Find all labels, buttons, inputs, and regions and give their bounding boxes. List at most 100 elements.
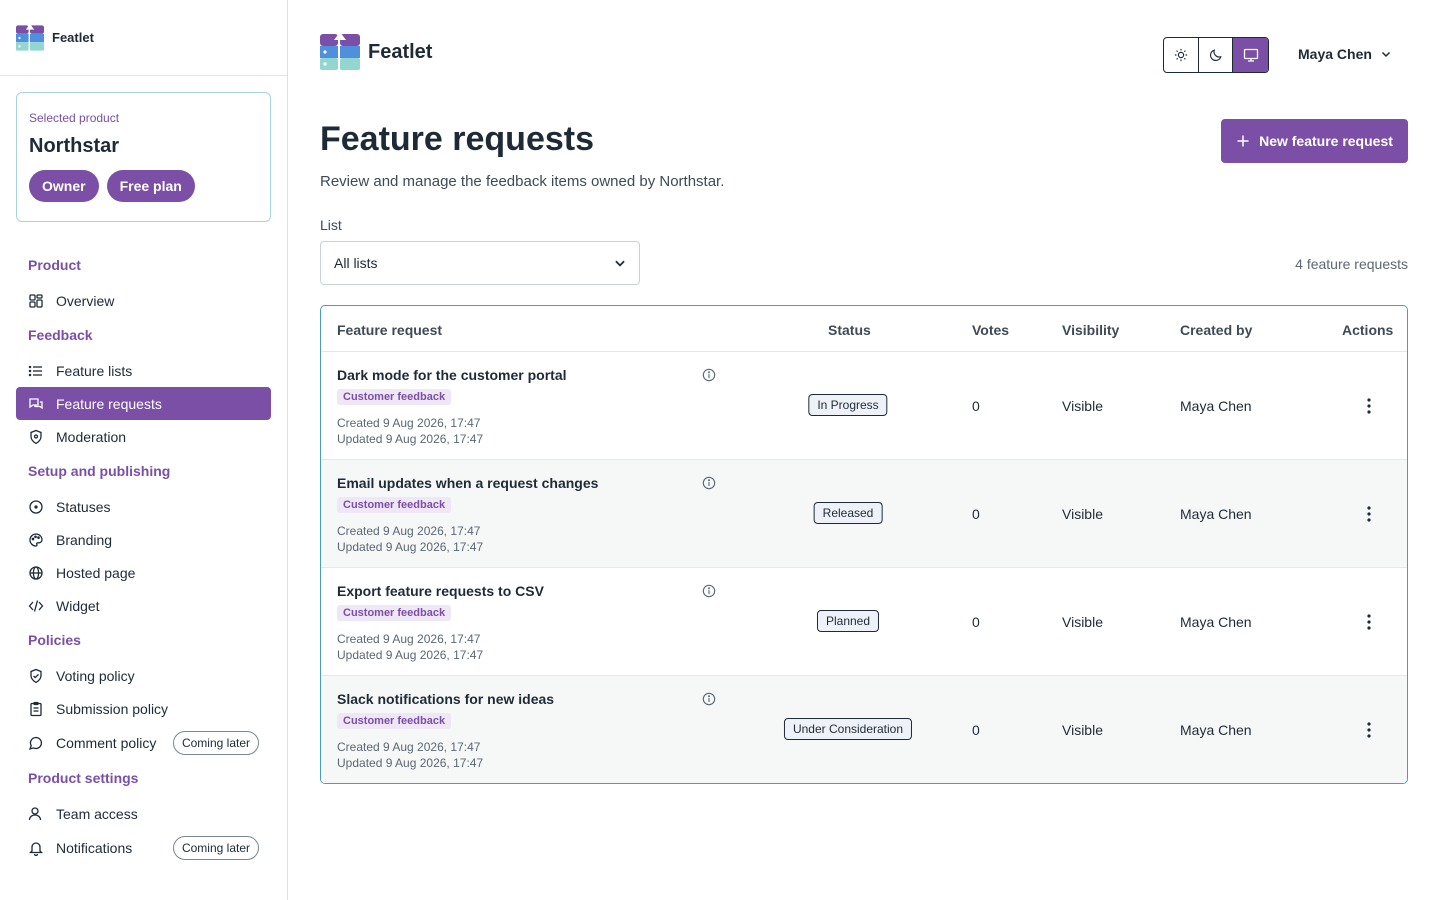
request-title[interactable]: Slack notifications for new ideas bbox=[337, 691, 554, 707]
monitor-icon bbox=[1243, 48, 1258, 62]
column-header-votes[interactable]: Votes bbox=[972, 322, 1009, 338]
sidebar-item-comment-policy[interactable]: Comment policy Coming later bbox=[16, 725, 271, 760]
new-feature-request-button[interactable]: New feature request bbox=[1221, 119, 1408, 163]
request-title[interactable]: Email updates when a request changes bbox=[337, 475, 598, 491]
nav-section-feedback: Feedback bbox=[28, 327, 93, 343]
column-header-status[interactable]: Status bbox=[828, 322, 871, 338]
info-icon[interactable] bbox=[702, 584, 716, 598]
sidebar-item-statuses[interactable]: Statuses bbox=[16, 490, 271, 523]
list-icon bbox=[28, 365, 42, 376]
sidebar-item-feature-requests[interactable]: Feature requests bbox=[16, 387, 271, 420]
coming-later-badge: Coming later bbox=[172, 835, 259, 860]
sidebar-item-label: Comment policy bbox=[56, 734, 157, 751]
column-header-created-by[interactable]: Created by bbox=[1180, 322, 1252, 338]
circle-dot-icon bbox=[29, 499, 43, 514]
updated-date: Updated 9 Aug 2026, 17:47 bbox=[337, 432, 484, 446]
sidebar-item-submission-policy[interactable]: Submission policy bbox=[16, 692, 271, 725]
new-feature-request-label: New feature request bbox=[1259, 133, 1393, 149]
sidebar-item-voting-policy[interactable]: Voting policy bbox=[16, 659, 271, 692]
system-theme-button[interactable] bbox=[1233, 38, 1268, 72]
role-pill: Owner bbox=[29, 170, 99, 202]
selected-product-label: Selected product bbox=[29, 111, 120, 125]
column-header-visibility[interactable]: Visibility bbox=[1062, 322, 1119, 338]
more-vertical-icon bbox=[1367, 506, 1371, 522]
dark-theme-button[interactable] bbox=[1199, 38, 1234, 72]
sidebar-item-label: Feature lists bbox=[56, 362, 133, 379]
header-app-name: Featlet bbox=[368, 40, 433, 63]
nav-section-product-settings: Product settings bbox=[28, 770, 139, 786]
list-tag: Customer feedback bbox=[337, 497, 452, 513]
selected-product-card[interactable]: Selected product Northstar Owner Free pl… bbox=[16, 92, 271, 222]
sidebar-item-overview[interactable]: Overview bbox=[16, 284, 271, 317]
visibility-value: Visible bbox=[1062, 398, 1103, 414]
request-title[interactable]: Export feature requests to CSV bbox=[337, 583, 544, 599]
nav-section-product: Product bbox=[28, 257, 81, 273]
row-actions-button[interactable] bbox=[1361, 396, 1377, 416]
sidebar-item-label: Submission policy bbox=[56, 700, 169, 717]
header-brand[interactable]: Featlet bbox=[320, 32, 432, 72]
coming-later-badge: Coming later bbox=[172, 730, 259, 755]
vote-count: 0 bbox=[972, 506, 980, 522]
status-badge: Released bbox=[813, 502, 883, 524]
light-theme-button[interactable] bbox=[1164, 38, 1199, 72]
chat-icon bbox=[29, 397, 43, 409]
feature-requests-table: Feature request Status Votes Visibility … bbox=[320, 305, 1408, 784]
column-header-feature-request[interactable]: Feature request bbox=[337, 322, 442, 338]
user-menu[interactable]: Maya Chen bbox=[1298, 46, 1392, 62]
vote-count: 0 bbox=[972, 614, 980, 630]
list-filter-select[interactable]: All lists bbox=[320, 241, 640, 285]
updated-date: Updated 9 Aug 2026, 17:47 bbox=[337, 648, 484, 662]
request-title[interactable]: Dark mode for the customer portal bbox=[337, 367, 567, 383]
visibility-value: Visible bbox=[1062, 722, 1103, 738]
sidebar-item-widget[interactable]: Widget bbox=[16, 589, 271, 622]
sidebar-item-branding[interactable]: Branding bbox=[16, 523, 271, 556]
info-icon[interactable] bbox=[702, 368, 716, 382]
more-vertical-icon bbox=[1367, 614, 1371, 630]
row-actions-button[interactable] bbox=[1361, 612, 1377, 632]
comment-icon bbox=[28, 736, 43, 750]
vote-count: 0 bbox=[972, 722, 980, 738]
user-name: Maya Chen bbox=[1298, 46, 1372, 62]
visibility-value: Visible bbox=[1062, 506, 1103, 522]
visibility-value: Visible bbox=[1062, 614, 1103, 630]
sidebar-item-notifications[interactable]: Notifications Coming later bbox=[16, 830, 271, 865]
grid-icon bbox=[29, 293, 43, 308]
featlet-logo-icon bbox=[16, 23, 44, 51]
table-row[interactable]: Dark mode for the customer portal Custom… bbox=[321, 352, 1407, 460]
palette-icon bbox=[29, 532, 43, 547]
sidebar-item-team-access[interactable]: Team access bbox=[16, 797, 271, 830]
table-row[interactable]: Export feature requests to CSV Customer … bbox=[321, 568, 1407, 676]
feature-request-count: 4 feature requests bbox=[1295, 256, 1408, 272]
created-date: Created 9 Aug 2026, 17:47 bbox=[337, 416, 481, 430]
table-row[interactable]: Email updates when a request changes Cus… bbox=[321, 460, 1407, 568]
more-vertical-icon bbox=[1367, 398, 1371, 414]
info-icon[interactable] bbox=[702, 692, 716, 706]
sidebar-item-label: Voting policy bbox=[56, 667, 135, 684]
sidebar-item-hosted-page[interactable]: Hosted page bbox=[16, 556, 271, 589]
top-bar: Featlet Maya Chen bbox=[320, 32, 1408, 76]
featlet-logo-icon bbox=[320, 32, 360, 70]
row-actions-button[interactable] bbox=[1361, 720, 1377, 740]
user-icon bbox=[28, 806, 42, 820]
globe-icon bbox=[29, 565, 43, 580]
clipboard-icon bbox=[30, 701, 42, 716]
row-actions-button[interactable] bbox=[1361, 504, 1377, 524]
info-icon[interactable] bbox=[702, 476, 716, 490]
list-tag: Customer feedback bbox=[337, 605, 452, 621]
sidebar-app-name: Featlet bbox=[52, 30, 94, 45]
column-header-actions: Actions bbox=[1342, 322, 1394, 338]
sidebar-brand[interactable]: Featlet bbox=[0, 0, 287, 76]
sidebar-item-label: Statuses bbox=[56, 498, 111, 515]
table-row[interactable]: Slack notifications for new ideas Custom… bbox=[321, 676, 1407, 783]
sidebar-item-feature-lists[interactable]: Feature lists bbox=[16, 354, 271, 387]
shield-check-icon bbox=[30, 668, 42, 683]
created-by-value: Maya Chen bbox=[1180, 506, 1252, 522]
created-by-value: Maya Chen bbox=[1180, 398, 1252, 414]
nav-section-policies: Policies bbox=[28, 632, 81, 648]
selected-product-name: Northstar bbox=[29, 135, 120, 157]
created-date: Created 9 Aug 2026, 17:47 bbox=[337, 632, 481, 646]
sun-icon bbox=[1174, 48, 1187, 62]
sidebar-item-moderation[interactable]: Moderation bbox=[16, 420, 271, 453]
table-header: Feature request Status Votes Visibility … bbox=[321, 306, 1407, 352]
plan-pill: Free plan bbox=[106, 170, 195, 202]
